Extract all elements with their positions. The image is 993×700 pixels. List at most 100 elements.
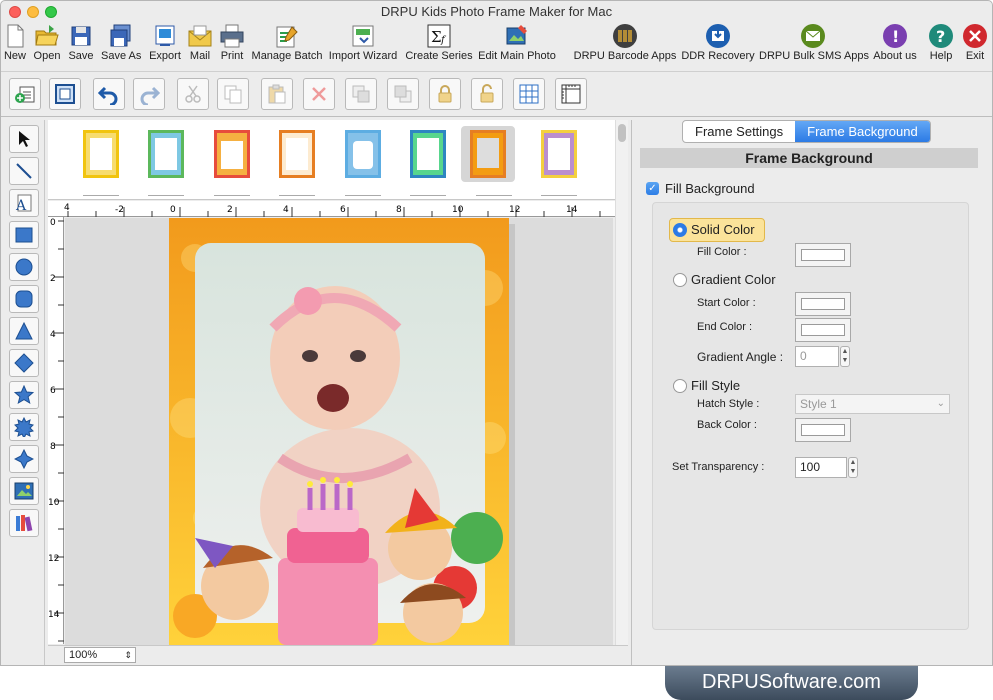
- cut-button[interactable]: [177, 78, 209, 110]
- chevron-down-icon: ⌄: [936, 398, 945, 409]
- print-label: Print: [220, 50, 244, 62]
- thumbnail-divider: [148, 195, 184, 196]
- frame-template-thumbnail[interactable]: [83, 130, 119, 178]
- start-color-swatch[interactable]: [795, 292, 851, 316]
- rounded-rectangle-icon: [15, 290, 33, 308]
- save-as-button[interactable]: Save As: [101, 23, 141, 67]
- unlock-button[interactable]: [471, 78, 503, 110]
- ruler-button[interactable]: [555, 78, 587, 110]
- fill-settings-group: Solid Color Fill Color : Gradient Color …: [652, 202, 969, 630]
- close-window-button[interactable]: [9, 6, 21, 18]
- lock-button[interactable]: [429, 78, 461, 110]
- export-button[interactable]: Export: [147, 23, 183, 67]
- new-label: New: [3, 50, 26, 62]
- polygon-tool[interactable]: [9, 445, 39, 473]
- minimize-window-button[interactable]: [27, 6, 39, 18]
- zoom-window-button[interactable]: [45, 6, 57, 18]
- burst-tool[interactable]: [9, 413, 39, 441]
- fill-style-radio[interactable]: [673, 379, 687, 393]
- rounded-rect-tool[interactable]: [9, 285, 39, 313]
- library-tool[interactable]: [9, 509, 39, 537]
- transparency-input[interactable]: 100: [795, 457, 847, 478]
- tab-frame-settings[interactable]: Frame Settings: [683, 121, 795, 142]
- send-backward-button[interactable]: [387, 78, 419, 110]
- save-button[interactable]: Save: [67, 23, 95, 67]
- svg-text:!: !: [892, 27, 899, 46]
- thumbnail-divider: [476, 195, 512, 196]
- undo-button[interactable]: [93, 78, 125, 110]
- stepper-arrows-icon: ▲ ▼: [841, 348, 849, 364]
- mail-icon: [188, 25, 212, 47]
- edit-main-photo-button[interactable]: Edit Main Photo: [477, 23, 557, 67]
- thumbnail-scrollbar[interactable]: [615, 120, 628, 645]
- transparency-stepper[interactable]: ▲ ▼: [848, 457, 858, 478]
- end-color-swatch[interactable]: [795, 318, 851, 342]
- fill-background-checkbox[interactable]: ✓: [646, 182, 659, 195]
- paste-button[interactable]: [261, 78, 293, 110]
- frame-template-thumbnail[interactable]: [214, 130, 250, 178]
- frame-template-thumbnail[interactable]: [345, 130, 381, 178]
- ruler-icon: [561, 84, 581, 104]
- image-tool[interactable]: [9, 477, 39, 505]
- fill-color-swatch[interactable]: [795, 243, 851, 267]
- lock-icon: [438, 85, 452, 103]
- diamond-tool[interactable]: [9, 349, 39, 377]
- scroll-thumb[interactable]: [618, 124, 626, 142]
- picture-icon: [14, 482, 34, 500]
- gradient-angle-stepper[interactable]: ▲ ▼: [840, 346, 850, 367]
- zoom-value: 100%: [69, 649, 98, 661]
- h-tick: 4: [283, 205, 289, 215]
- ddr-recovery-button[interactable]: DDR Recovery: [681, 23, 755, 67]
- grid-button[interactable]: [513, 78, 545, 110]
- copy-button[interactable]: [217, 78, 249, 110]
- zoom-select[interactable]: 100% ⇕: [64, 647, 136, 663]
- select-tool[interactable]: [9, 125, 39, 153]
- redo-button[interactable]: [133, 78, 165, 110]
- rectangle-tool[interactable]: [9, 221, 39, 249]
- hatch-style-label: Hatch Style :: [697, 398, 760, 410]
- text-tool[interactable]: A: [9, 189, 39, 217]
- help-button[interactable]: ? Help: [927, 23, 955, 67]
- bring-forward-button[interactable]: [345, 78, 377, 110]
- thumbnail-divider: [345, 195, 381, 196]
- frame-template-thumbnail[interactable]: [410, 130, 446, 178]
- line-tool[interactable]: [9, 157, 39, 185]
- frame-template-thumbnail[interactable]: [148, 130, 184, 178]
- gradient-color-radio[interactable]: [673, 273, 687, 287]
- h-tick: -2: [115, 205, 124, 215]
- exit-button[interactable]: Exit: [961, 23, 989, 67]
- triangle-tool[interactable]: [9, 317, 39, 345]
- hatch-style-value: Style 1: [800, 397, 837, 411]
- new-button[interactable]: New: [3, 23, 27, 67]
- hatch-style-select[interactable]: Style 1 ⌄: [795, 394, 950, 414]
- manage-batch-label: Manage Batch: [251, 50, 323, 62]
- star-tool[interactable]: [9, 381, 39, 409]
- bulk-sms-button[interactable]: DRPU Bulk SMS Apps: [759, 23, 869, 67]
- main-toolbar: New Open Save Save As Export Mail Print: [1, 23, 992, 67]
- frame-template-thumbnail[interactable]: [279, 130, 315, 178]
- print-button[interactable]: Print: [217, 23, 247, 67]
- solid-color-radio[interactable]: [673, 223, 687, 237]
- ellipse-tool[interactable]: [9, 253, 39, 281]
- h-tick: 14: [566, 205, 578, 215]
- barcode-apps-button[interactable]: DRPU Barcode Apps: [573, 23, 677, 67]
- about-button[interactable]: ! About us: [871, 23, 919, 67]
- thumbnail-divider: [279, 195, 315, 196]
- mail-button[interactable]: Mail: [187, 23, 213, 67]
- v-tick: 12: [48, 554, 59, 564]
- title-bar: DRPU Kids Photo Frame Maker for Mac: [1, 1, 992, 23]
- design-canvas[interactable]: [65, 218, 613, 645]
- add-object-button[interactable]: [9, 78, 41, 110]
- manage-batch-button[interactable]: Manage Batch: [251, 23, 323, 67]
- delete-button[interactable]: [303, 78, 335, 110]
- back-color-swatch[interactable]: [795, 418, 851, 442]
- open-button[interactable]: Open: [33, 23, 61, 67]
- gradient-angle-input[interactable]: 0: [795, 346, 839, 367]
- frame-template-thumbnail-selected[interactable]: [470, 130, 506, 178]
- fit-frame-button[interactable]: [49, 78, 81, 110]
- create-series-button[interactable]: Σf Create Series: [405, 23, 473, 67]
- import-wizard-button[interactable]: Import Wizard: [327, 23, 399, 67]
- tab-frame-background[interactable]: Frame Background: [795, 121, 930, 142]
- frame-template-thumbnail[interactable]: [541, 130, 577, 178]
- recovery-icon: [706, 24, 730, 48]
